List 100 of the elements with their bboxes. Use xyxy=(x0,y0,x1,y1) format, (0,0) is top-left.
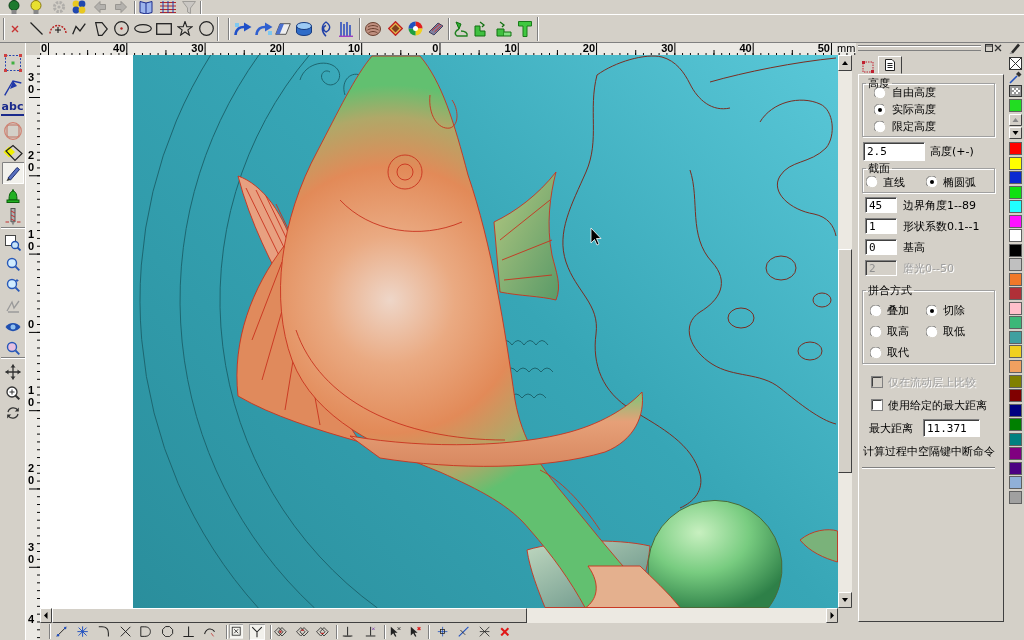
swatch-icon[interactable] xyxy=(1008,418,1022,432)
diamond-icon[interactable] xyxy=(387,21,403,36)
magnifier-icon[interactable] xyxy=(5,278,20,292)
pencil-icon[interactable] xyxy=(1009,43,1021,54)
corner-curve-icon[interactable] xyxy=(98,625,110,638)
cross-box-icon[interactable] xyxy=(1008,56,1022,70)
ellipse-icon[interactable] xyxy=(134,24,152,33)
line-icon[interactable] xyxy=(29,22,43,35)
scroll-up-icon[interactable] xyxy=(838,55,852,71)
scroll-down-icon[interactable] xyxy=(1008,127,1022,139)
swatch-icon[interactable] xyxy=(1008,432,1022,446)
node-icon[interactable] xyxy=(437,625,449,638)
number-field[interactable]: 0 xyxy=(865,239,897,255)
number-field[interactable]: 45 xyxy=(865,197,897,213)
swatch-icon[interactable] xyxy=(1008,345,1022,359)
text-tool-button[interactable]: abc xyxy=(0,102,25,116)
scroll-thumb[interactable] xyxy=(52,608,527,623)
circle-icon[interactable] xyxy=(198,21,214,36)
perpendicular-icon[interactable] xyxy=(365,625,377,638)
arc-icon[interactable] xyxy=(49,23,67,34)
swatch-icon[interactable] xyxy=(1008,490,1022,504)
rectangle-icon[interactable] xyxy=(156,22,172,35)
swatch-icon[interactable] xyxy=(1008,359,1022,373)
diamond-pair-icon[interactable] xyxy=(274,626,288,637)
swatch-icon[interactable] xyxy=(1008,316,1022,330)
loop-curve-icon[interactable] xyxy=(320,20,332,37)
cross-lines-icon[interactable] xyxy=(479,625,491,638)
curve-icon[interactable] xyxy=(204,625,216,638)
eyedropper-icon[interactable] xyxy=(1008,70,1022,84)
panel-tab[interactable] xyxy=(878,56,902,74)
line-icon[interactable] xyxy=(56,625,68,638)
perpendicular-icon[interactable] xyxy=(183,625,195,638)
bulb-icon[interactable] xyxy=(8,0,20,14)
eraser-icon[interactable] xyxy=(275,22,291,35)
zoom-window-icon[interactable] xyxy=(4,235,21,251)
swatch-icon[interactable] xyxy=(1008,374,1022,388)
cross-icon[interactable] xyxy=(120,625,132,638)
radio-button[interactable] xyxy=(874,120,886,133)
striped-ball-icon[interactable] xyxy=(365,21,381,36)
polyline-icon[interactable] xyxy=(72,22,86,35)
drill-bit-icon[interactable] xyxy=(4,208,21,226)
radio-button[interactable] xyxy=(870,325,882,338)
radio-button[interactable] xyxy=(874,103,886,116)
move-icon[interactable] xyxy=(4,364,21,380)
bell-icon[interactable] xyxy=(5,189,20,203)
diamond-pair-icon[interactable] xyxy=(316,626,330,637)
fork-icon[interactable] xyxy=(248,623,265,640)
swatch-icon[interactable] xyxy=(1008,142,1022,155)
magnifier-icon[interactable] xyxy=(5,341,20,355)
pencil-icon[interactable] xyxy=(1,162,24,184)
bars-icon[interactable] xyxy=(339,20,353,37)
radio-button[interactable] xyxy=(926,176,938,188)
number-field[interactable]: 2.5 xyxy=(863,142,925,161)
dots-icon[interactable] xyxy=(72,0,86,14)
cursor-cross-icon[interactable] xyxy=(390,625,402,638)
swatch-icon[interactable] xyxy=(1008,258,1022,272)
t-bar-icon[interactable] xyxy=(518,20,532,37)
swatch-icon[interactable] xyxy=(1008,330,1022,344)
radio-button[interactable] xyxy=(926,304,938,317)
number-field[interactable]: 1 xyxy=(865,218,897,234)
scroll-left-icon[interactable] xyxy=(40,608,52,623)
radio-button[interactable] xyxy=(870,304,882,317)
swatch-icon[interactable] xyxy=(1008,98,1022,112)
swatch-icon[interactable] xyxy=(1008,461,1022,475)
swatch-icon[interactable] xyxy=(1008,214,1022,228)
radio-button[interactable] xyxy=(926,325,938,338)
swatch-icon[interactable] xyxy=(1008,447,1022,461)
radio-button[interactable] xyxy=(866,176,878,188)
hook-icon[interactable] xyxy=(453,20,469,37)
hatched-bar-icon[interactable] xyxy=(428,21,444,36)
perpendicular-icon[interactable] xyxy=(342,625,354,638)
d-shape-icon[interactable] xyxy=(140,625,152,638)
burst-icon[interactable] xyxy=(77,625,89,638)
diamond-icon[interactable] xyxy=(2,144,23,162)
eye-icon[interactable] xyxy=(4,321,21,333)
swatch-icon[interactable] xyxy=(1008,403,1022,417)
arrow-path-icon[interactable] xyxy=(3,78,22,96)
swatch-icon[interactable] xyxy=(1008,287,1022,301)
swatch-icon[interactable] xyxy=(1008,243,1022,257)
diagonal-icon[interactable] xyxy=(458,625,470,638)
bulb-icon[interactable] xyxy=(30,0,42,14)
swatch-icon[interactable] xyxy=(1008,301,1022,315)
circle-icon[interactable] xyxy=(113,21,129,36)
swatch-icon[interactable] xyxy=(1008,272,1022,286)
disk-icon[interactable] xyxy=(296,21,312,36)
swatch-icon[interactable] xyxy=(1008,185,1022,199)
rotate-icon[interactable] xyxy=(5,406,20,420)
scroll-thumb[interactable] xyxy=(838,249,852,473)
curved-arrow-icon[interactable] xyxy=(255,21,273,36)
curved-arrow-icon[interactable] xyxy=(234,21,252,36)
scroll-down-icon[interactable] xyxy=(838,592,852,608)
swatch-icon[interactable] xyxy=(1008,229,1022,243)
number-field[interactable]: 11.371 xyxy=(923,419,980,437)
grid-icon[interactable] xyxy=(160,1,176,13)
steps-icon[interactable] xyxy=(496,20,512,37)
swatch-icon[interactable] xyxy=(1008,200,1022,214)
swatch-icon[interactable] xyxy=(1008,389,1022,403)
horizontal-scrollbar[interactable] xyxy=(40,608,838,623)
close-icon[interactable] xyxy=(994,44,1002,52)
cursor-cross-icon[interactable] xyxy=(410,625,422,638)
